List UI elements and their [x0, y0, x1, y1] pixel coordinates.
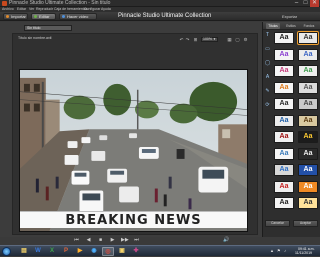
style-preset-tile[interactable]: Aa [274, 164, 294, 176]
style-preset-tile[interactable]: Aa [274, 81, 294, 94]
pinnacle-app-icon [2, 1, 7, 6]
tab-hacer-video[interactable]: Hacer video [59, 13, 97, 20]
style-preset-tile[interactable]: Aa [298, 98, 318, 110]
style-preset-tile[interactable]: Aa [274, 114, 294, 127]
network-icon[interactable]: ▲ [270, 249, 274, 253]
style-preset-tile[interactable]: Aa [298, 180, 318, 193]
cancel-button[interactable]: Cancelar [265, 220, 290, 227]
style-preset-tile[interactable]: Aa [274, 98, 294, 110]
style-preset-tile[interactable]: Aa [297, 31, 319, 45]
undo-icon[interactable]: ↶ [179, 37, 184, 42]
style-preset-tile[interactable]: Aa [274, 147, 294, 160]
pinnacle-studio-window: Pinnacle Studio Ultimate Collection - Si… [0, 0, 320, 256]
start-button[interactable] [2, 247, 11, 256]
grid-icon[interactable]: ▦ [227, 37, 232, 42]
go-to-end-icon[interactable]: ⏭ [133, 237, 140, 243]
title-styles-panel: Títulos Estilos Fondos T ▭ ◯ A ✎ ⟳ Aa Aa A… [262, 22, 320, 237]
tab-titulos[interactable]: Títulos [266, 23, 280, 29]
taskbar-app-excel-icon[interactable]: X [46, 247, 58, 256]
taskbar-app-pinnacle-icon[interactable]: ◎ [102, 247, 114, 256]
stop-icon[interactable]: ■ [97, 237, 104, 243]
title-text[interactable]: BREAKING NEWS [20, 212, 247, 229]
app-name: Pinnacle Studio Ultimate Collection [118, 13, 212, 19]
title-file-label: Título sin nombre.axtl [18, 36, 52, 40]
rotate-tool-icon[interactable]: ⟳ [264, 102, 271, 109]
export-button[interactable]: Exportar [282, 13, 297, 20]
editor-canvas-area: Título sin nombre.axtl ↶ ↷ ⊞ 100% ▼ ▦ ▢ … [12, 33, 258, 243]
taskbar-app-app-icon[interactable]: ✚ [130, 247, 142, 256]
ellipse-tool-icon[interactable]: ◯ [264, 60, 271, 67]
style-preset-tile[interactable]: Aa [298, 147, 318, 160]
redo-icon[interactable]: ↷ [185, 37, 190, 42]
fit-icon[interactable]: ⊞ [193, 37, 198, 42]
step-back-icon[interactable]: ◀ [85, 237, 92, 243]
style-preset-tile[interactable]: Aa [274, 48, 294, 61]
window-title: Pinnacle Studio Ultimate Collection - Si… [9, 0, 111, 6]
style-preset-tile[interactable]: Aa [274, 32, 294, 44]
maximize-button[interactable]: □ [301, 0, 310, 7]
title-bar: Pinnacle Studio Ultimate Collection - Si… [0, 0, 320, 7]
taskbar-app-powerpoint-icon[interactable]: P [60, 247, 72, 256]
fast-forward-icon[interactable]: ▶▶ [121, 237, 129, 243]
flag-icon[interactable]: ⚑ [277, 249, 281, 253]
rectangle-tool-icon[interactable]: ▭ [264, 46, 271, 53]
edit-icon [34, 15, 37, 18]
minimize-button[interactable]: – [292, 0, 301, 7]
volume-icon[interactable]: 🔊 [223, 237, 230, 243]
tab-label: Editar [39, 14, 50, 19]
style-preset-tile[interactable]: Aa [298, 81, 318, 94]
go-to-start-icon[interactable]: ⏮ [73, 237, 80, 243]
taskbar-app-browser-icon[interactable]: ◉ [88, 247, 100, 256]
speaker-icon[interactable]: ♪ [284, 249, 288, 253]
mode-tab-bar: Importar Editar Hacer video Pinnacle Stu… [0, 12, 320, 21]
import-icon [6, 15, 9, 18]
tab-importar[interactable]: Importar [3, 13, 28, 20]
style-preset-tile[interactable]: Aa [298, 114, 318, 127]
close-button[interactable]: ✕ [310, 0, 319, 7]
style-preset-tile[interactable]: Aa [274, 180, 294, 193]
tab-estilos[interactable]: Estilos [284, 23, 298, 29]
taskbar-app-media-icon[interactable]: ▶ [74, 247, 86, 256]
tab-fondos[interactable]: Fondos [302, 23, 316, 29]
zoom-select[interactable]: 100% ▼ [201, 37, 218, 42]
panel-footer: Cancelar Aceptar [265, 220, 319, 227]
style-preset-tile[interactable]: Aa [298, 131, 318, 143]
font-tool-icon[interactable]: A [264, 74, 271, 81]
breaking-news-banner[interactable]: BREAKING NEWS [20, 211, 247, 228]
make-movie-icon [62, 15, 65, 18]
title-editor: Sin titulo Título sin nombre.axtl ↶ ↷ ⊞ … [0, 22, 262, 243]
pen-tool-icon[interactable]: ✎ [264, 88, 271, 95]
taskbar-app-folder2-icon[interactable]: ▣ [116, 247, 128, 256]
style-preset-tile[interactable]: Aa [298, 164, 318, 176]
video-preview[interactable]: BREAKING NEWS [19, 69, 248, 232]
street-scene-image [20, 70, 247, 231]
tab-editar[interactable]: Editar [31, 13, 56, 20]
taskbar-app-word-icon[interactable]: W [32, 247, 44, 256]
system-tray: ▲ ⚑ ♪ 09:41 a.m. 11/11/2019 [268, 247, 318, 256]
style-preset-tile[interactable]: Aa [274, 197, 294, 209]
ok-button[interactable]: Aceptar [293, 220, 318, 227]
clock-date[interactable]: 11/11/2019 [295, 251, 312, 255]
project-name-field[interactable]: Sin titulo [24, 25, 72, 31]
style-preset-tile[interactable]: Aa [298, 48, 318, 61]
safe-area-icon[interactable]: ▢ [235, 37, 240, 42]
windows-taskbar: ▤ W X P ▶ ◉ ◎ ▣ ✚ ▲ ⚑ ♪ 09:41 a.m. 11/11/2019 [0, 245, 320, 256]
tab-label: Hacer video [67, 14, 89, 19]
settings-icon[interactable]: ⚙ [243, 37, 248, 42]
style-preset-tile[interactable]: Aa [298, 197, 318, 209]
playback-controls: ⏮ ◀ ■ ▶ ▶▶ ⏭ 🔊 [73, 237, 233, 243]
side-toolbar: T ▭ ◯ A ✎ ⟳ [264, 32, 272, 212]
tab-label: Importar [11, 14, 26, 19]
zoom-value: 100% [203, 37, 212, 41]
style-preset-tile[interactable]: Aa [274, 65, 294, 77]
text-tool-icon[interactable]: T [264, 32, 271, 39]
play-icon[interactable]: ▶ [109, 237, 116, 243]
chevron-down-icon: ▼ [213, 37, 216, 41]
taskbar-app-folder-icon[interactable]: ▤ [18, 247, 30, 256]
style-preset-tile[interactable]: Aa [298, 65, 318, 77]
style-preset-tile[interactable]: Aa [274, 131, 294, 143]
panel-header: Títulos Estilos Fondos [263, 22, 320, 30]
